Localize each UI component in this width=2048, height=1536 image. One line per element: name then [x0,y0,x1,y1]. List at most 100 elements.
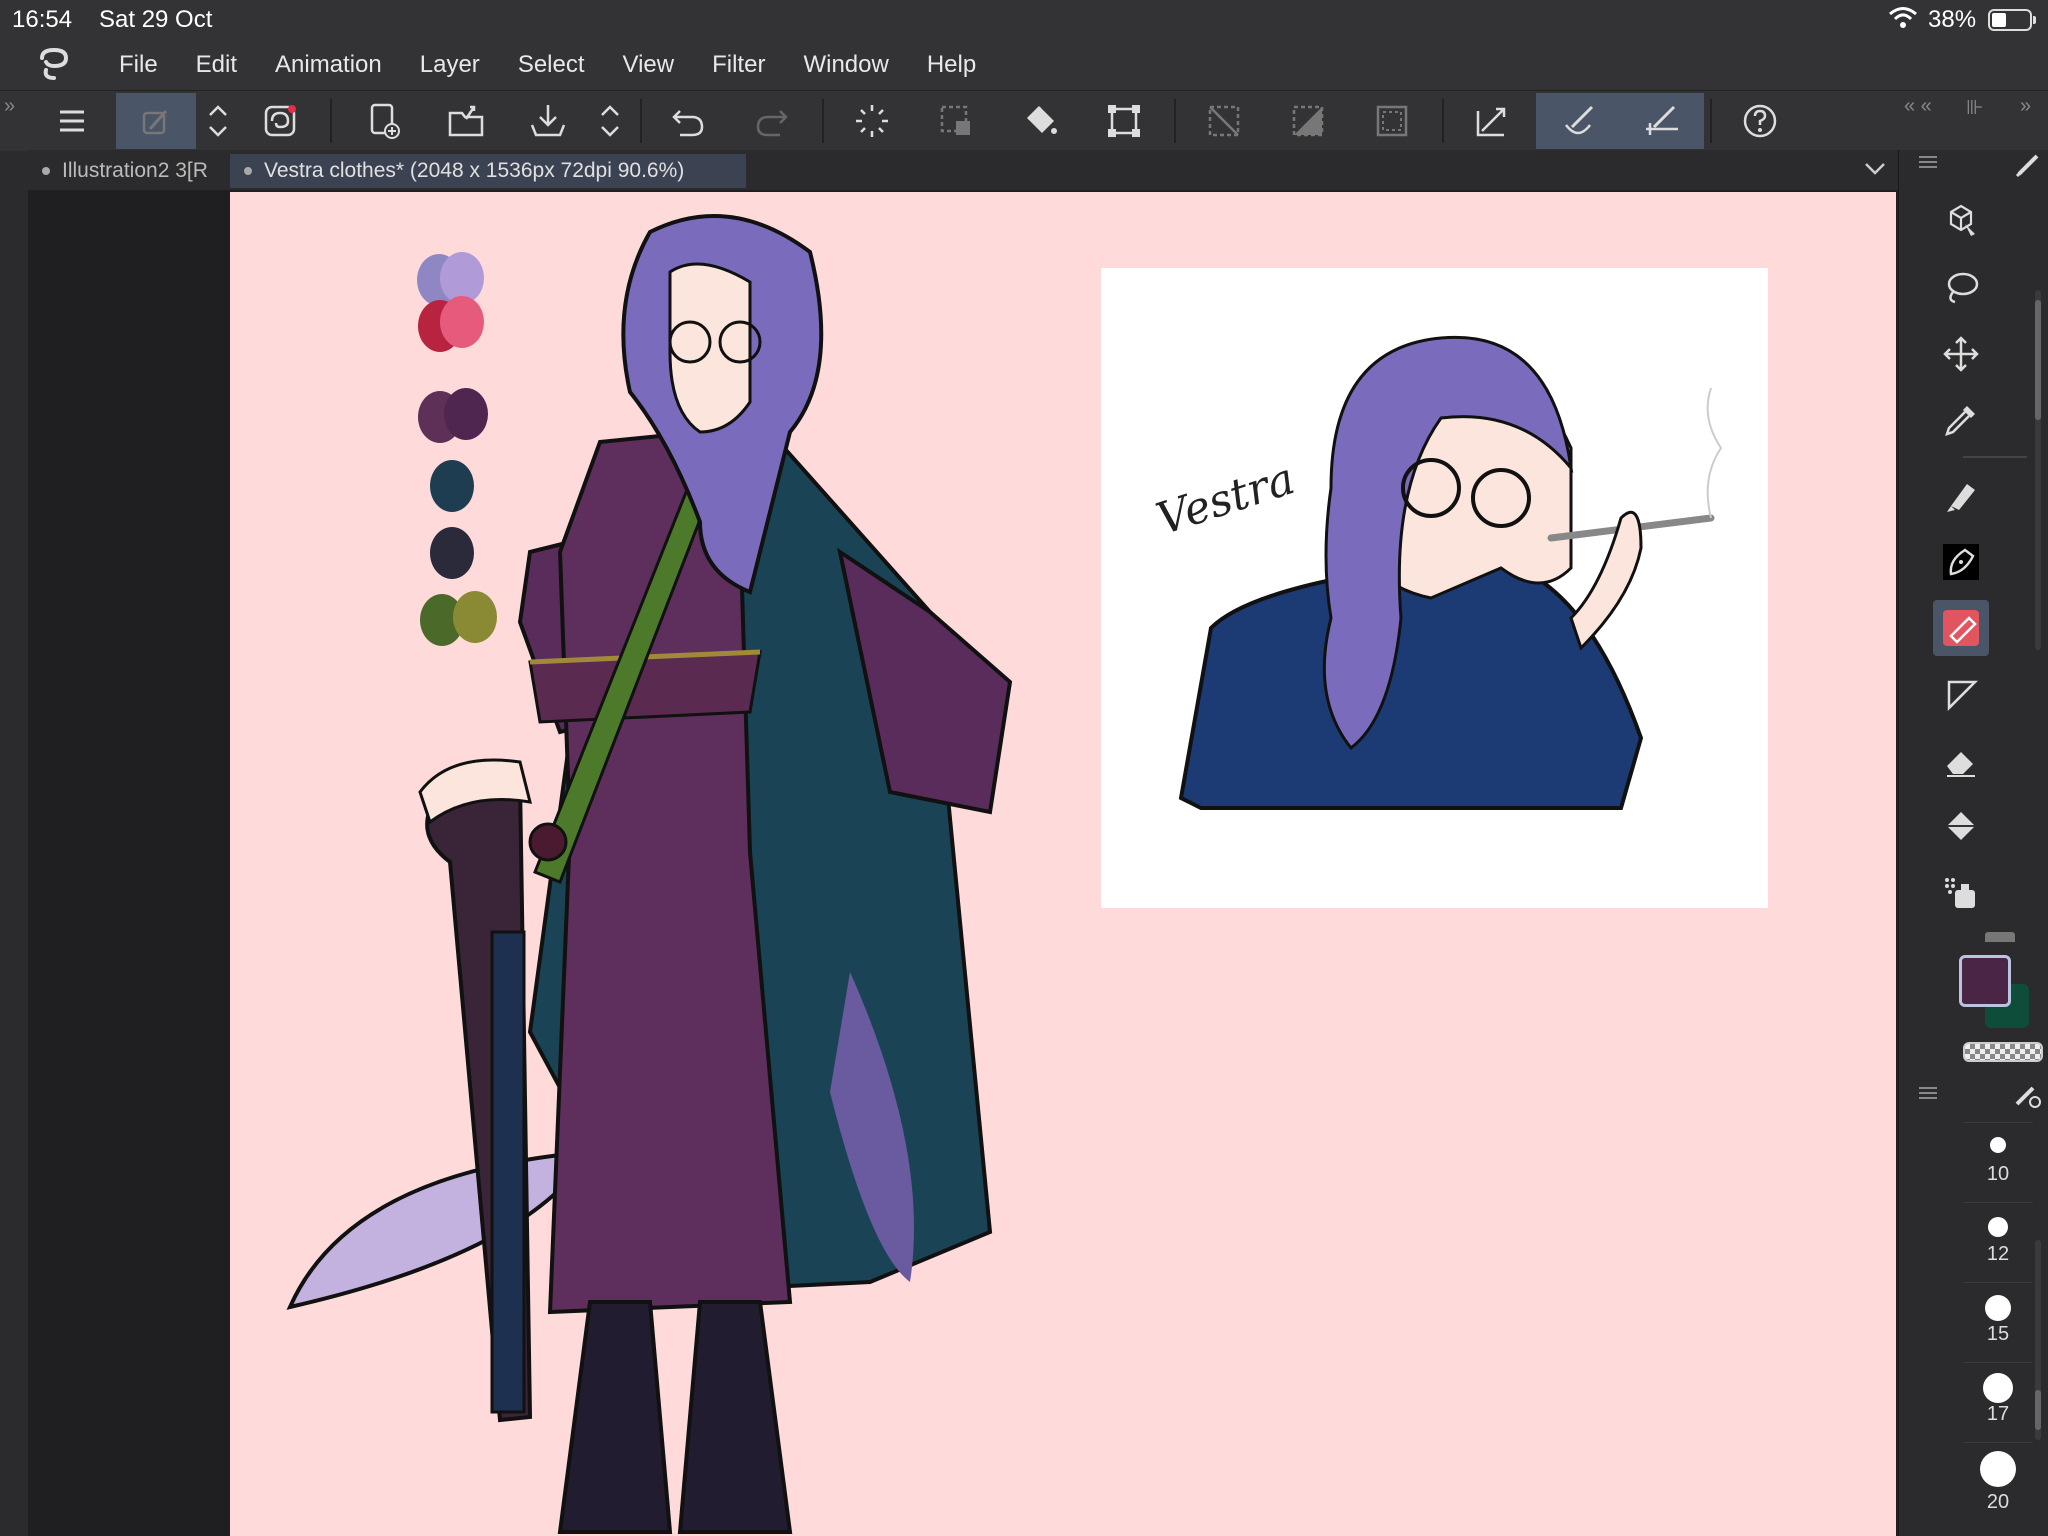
tool-eraser-active[interactable] [1933,600,1989,656]
3d-tool-icon [1949,204,1975,236]
new-canvas-icon [370,103,400,139]
quick-access-button[interactable] [116,93,196,149]
brush-size-20[interactable]: 20 [1963,1442,2033,1519]
app-logo-icon[interactable] [34,46,74,82]
brush-size-label: 10 [1986,1163,2010,1185]
brush-size-15[interactable]: 15 [1963,1282,2033,1359]
menu-layer[interactable]: Layer [401,40,499,90]
stabilizer-button[interactable] [1536,93,1620,149]
brush-size-dot [1980,1451,2016,1487]
up-down-chevron-icon [601,105,619,137]
menu-list: File Edit Animation Layer Select View Fi… [100,40,995,90]
lasso-icon [1947,272,1979,304]
tool-3d[interactable] [1933,192,1989,248]
select-layer-button[interactable] [1464,93,1520,149]
fill-selection-button[interactable] [1012,93,1068,149]
hamburger-menu-button[interactable] [44,93,100,149]
drawing-canvas[interactable]: Vestra [230,192,1896,1536]
tab-dot [42,167,50,175]
brush-size-label: 20 [1986,1491,2010,1513]
tool-fill[interactable] [1933,798,1989,854]
tab-illustration2[interactable]: Illustration2 3[R [28,154,228,188]
snap-button[interactable] [1620,93,1704,149]
marker-icon [1947,484,1975,512]
tool-overflow-indicator [1985,932,2015,942]
tool-marker[interactable] [1933,468,1989,524]
selection-border-icon [1376,105,1408,137]
menu-file[interactable]: File [100,40,177,90]
brush-size-12[interactable]: 12 [1963,1202,2033,1279]
brush-size-scrollbar[interactable] [2035,1240,2041,1440]
snap-icon [1646,105,1678,135]
brush-size-dot [1988,1217,2008,1237]
collapse-panels-chevron-icon[interactable]: « « [1904,95,1932,118]
menu-select[interactable]: Select [499,40,604,90]
save-button[interactable] [520,93,576,149]
tool-scrollbar[interactable] [2035,290,2041,650]
auto-select-icon [856,105,888,137]
pen-icon [1943,544,1979,580]
stabilizer-icon [1565,105,1594,135]
brush-tool-header-icon[interactable] [2013,150,2043,180]
invert-selection-button[interactable] [1280,93,1336,149]
tool-palette: 10 12 15 17 20 [1898,150,2048,1536]
ruler-icon [1947,680,1979,712]
auto-select-button[interactable] [844,93,900,149]
save-options-toggle[interactable] [588,93,632,149]
panel-toggle-icon[interactable]: ⊪ [1966,95,1983,120]
battery-percentage: 38% [1928,6,1977,33]
tool-panel-menu-icon[interactable] [1917,155,1939,169]
brush-size-label: 12 [1986,1243,2010,1265]
tool-airbrush[interactable] [1933,864,1989,920]
open-folder-icon [448,105,484,137]
battery-icon [1988,9,2036,31]
portrait-sketch: Vestra [1101,268,1768,908]
tab-vestra-clothes[interactable]: Vestra clothes* (2048 x 1536px 72dpi 90.… [230,154,746,188]
fill-icon [1026,105,1057,134]
expand-left-chevron-icon[interactable]: » [4,95,15,118]
tabs-dropdown-chevron-icon[interactable] [1860,154,1890,184]
wifi-icon [1889,7,1917,28]
selection-border-button[interactable] [1364,93,1420,149]
tool-eyedropper[interactable] [1933,392,1989,448]
transform-button[interactable] [1096,93,1152,149]
new-canvas-button[interactable] [356,93,412,149]
brush-size-10[interactable]: 10 [1963,1122,2033,1199]
help-icon [1743,104,1777,138]
open-file-button[interactable] [438,93,494,149]
transform-icon [1108,105,1140,137]
tool-soft-eraser[interactable] [1933,732,1989,788]
transform-select-icon [940,105,970,135]
tool-ruler[interactable] [1933,666,1989,722]
companion-button[interactable] [252,93,308,149]
invert-selection-icon [1292,105,1324,137]
deselect-icon [1208,105,1240,137]
menu-animation[interactable]: Animation [256,40,401,90]
select-layer-icon [1476,107,1506,137]
save-icon [530,105,566,137]
quick-access-toggle[interactable] [196,93,240,149]
menu-help[interactable]: Help [908,40,995,90]
tab-label: Vestra clothes* (2048 x 1536px 72dpi 90.… [264,159,685,182]
soft-eraser-icon [1947,752,1975,777]
document-tabs: Illustration2 3[R Vestra clothes* (2048 … [28,150,1898,190]
tool-move[interactable] [1933,326,1989,382]
status-bar: 16:54 Sat 29 Oct 38% [0,0,2048,40]
menu-filter[interactable]: Filter [693,40,784,90]
transparent-color-swatch[interactable] [1963,1042,2043,1062]
menu-view[interactable]: View [604,40,694,90]
deselect-button[interactable] [1196,93,1252,149]
tool-lasso[interactable] [1933,260,1989,316]
undo-button[interactable] [660,93,716,149]
menu-window[interactable]: Window [784,40,907,90]
selection-area-button[interactable] [928,93,984,149]
help-button[interactable] [1732,93,1788,149]
redo-button[interactable] [744,93,800,149]
tool-pen[interactable] [1933,534,1989,590]
brush-size-menu-icon[interactable] [1917,1086,1939,1100]
main-color-swatch[interactable] [1959,955,2011,1007]
brush-size-17[interactable]: 17 [1963,1362,2033,1439]
expand-right-chevron-icon[interactable]: » [2020,95,2031,118]
menu-edit[interactable]: Edit [177,40,256,90]
brush-size-header-icon[interactable] [2013,1080,2043,1110]
